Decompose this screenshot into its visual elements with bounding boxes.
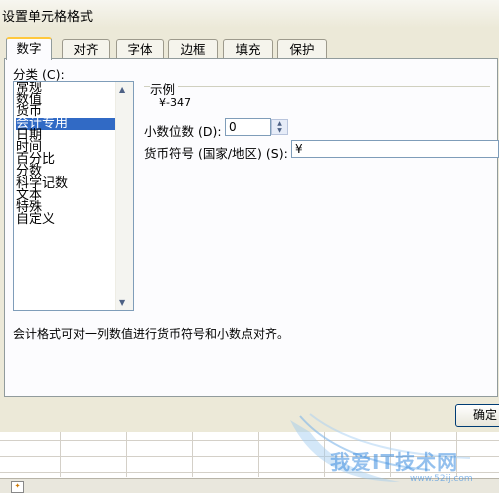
currency-symbol-value: ¥ bbox=[295, 142, 303, 156]
watermark-url: www.52ij.com bbox=[410, 474, 473, 484]
category-scrollbar[interactable]: ▲ ▼ bbox=[115, 82, 133, 310]
category-item-custom[interactable]: 自定义 bbox=[16, 213, 116, 226]
scroll-up-arrow-icon[interactable]: ▲ bbox=[119, 85, 125, 94]
watermark-text: 我爱IT技术网 bbox=[330, 450, 459, 474]
decimal-places-label: 小数位数 (D): bbox=[144, 124, 222, 139]
tab-fill[interactable]: 填充 bbox=[223, 39, 273, 58]
sample-group bbox=[144, 86, 490, 111]
sample-value: ¥-347 bbox=[159, 96, 191, 109]
decimal-places-spinner[interactable]: ▲ ▼ bbox=[271, 119, 288, 135]
spin-down-icon[interactable]: ▼ bbox=[272, 127, 287, 134]
format-cells-dialog: 设置单元格格式 数字 对齐 字体 边框 填充 保护 分类 (C): 常规 数值 … bbox=[0, 0, 499, 432]
tab-border[interactable]: 边框 bbox=[168, 39, 218, 58]
tab-protection[interactable]: 保护 bbox=[277, 39, 327, 58]
currency-symbol-label: 货币符号 (国家/地区) (S): bbox=[144, 146, 288, 161]
category-listbox[interactable]: 常规 数值 货币 会计专用 日期 时间 百分比 分数 科学记数 文本 特殊 自定… bbox=[13, 81, 134, 311]
insert-sheet-icon[interactable]: ✦ bbox=[11, 481, 24, 493]
currency-symbol-select[interactable]: ¥ bbox=[291, 140, 499, 158]
tab-number[interactable]: 数字 bbox=[6, 37, 52, 60]
dialog-title: 设置单元格格式 bbox=[2, 10, 94, 25]
decimal-places-input[interactable]: 0 bbox=[225, 118, 271, 136]
tab-font[interactable]: 字体 bbox=[116, 39, 164, 58]
format-description: 会计格式可对一列数值进行货币符号和小数点对齐。 bbox=[13, 327, 290, 341]
scroll-down-arrow-icon[interactable]: ▼ bbox=[119, 298, 125, 307]
title-bar[interactable]: 设置单元格格式 bbox=[0, 0, 499, 28]
spin-up-icon[interactable]: ▲ bbox=[272, 120, 287, 127]
tab-alignment[interactable]: 对齐 bbox=[62, 39, 110, 58]
